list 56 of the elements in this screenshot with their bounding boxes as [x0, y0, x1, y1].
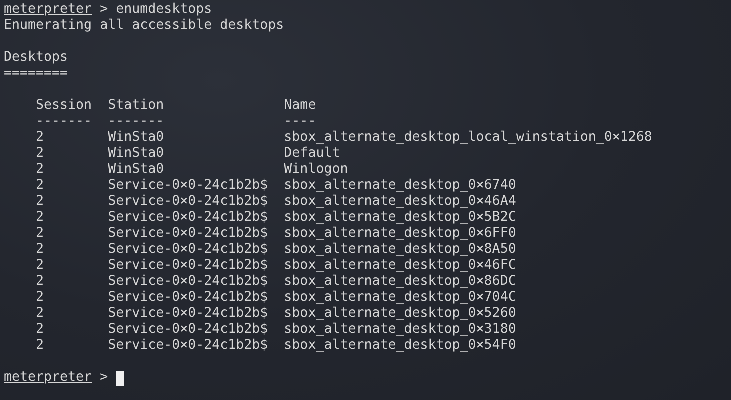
prompt-separator: > — [100, 370, 108, 386]
column-header: Station — [108, 98, 166, 114]
table-cell-text: Service-0×0-24c1b2b$ — [108, 274, 270, 290]
table-cell-text: Service-0×0-24c1b2b$ — [108, 290, 270, 306]
prompt-separator: > — [100, 2, 108, 18]
table-cell-text: 2 — [36, 178, 46, 194]
table-cell-text: 2 — [36, 226, 46, 242]
table-cell-text: 2 — [36, 146, 46, 162]
header-rule: ------- — [108, 114, 166, 130]
table-cell-text: 2 — [36, 322, 46, 338]
table-cell-text: 2 — [36, 194, 46, 210]
output-text: Enumerating all accessible desktops — [4, 18, 284, 34]
table-cell-text: 2 — [36, 130, 46, 146]
table-cell: sbox_alternate_desktop_0×5260 — [284, 306, 516, 322]
table-cell: sbox_alternate_desktop_local_winstation_0×1268 — [284, 130, 652, 146]
table-cell: Winlogon — [284, 162, 348, 178]
table-cell: sbox_alternate_desktop_0×46FC — [284, 258, 516, 274]
table-cell-text: Service-0×0-24c1b2b$ — [108, 242, 270, 258]
table-cell-text: WinSta0 — [108, 146, 166, 162]
prompt-label: meterpreter — [4, 370, 92, 386]
table-cell-text: Service-0×0-24c1b2b$ — [108, 338, 270, 354]
table-cell-text: 2 — [36, 290, 46, 306]
table-cell-text: 2 — [36, 338, 46, 354]
header-rule: ---- — [284, 114, 316, 130]
column-header: Name — [284, 98, 316, 114]
output-text: ======== — [4, 66, 68, 82]
table-cell: sbox_alternate_desktop_0×46A4 — [284, 194, 516, 210]
table-cell: sbox_alternate_desktop_0×86DC — [284, 274, 516, 290]
table-cell: sbox_alternate_desktop_0×704C — [284, 290, 516, 306]
table-cell-text: Service-0×0-24c1b2b$ — [108, 194, 270, 210]
table-cell-text: Service-0×0-24c1b2b$ — [108, 226, 270, 242]
table-cell-text: Service-0×0-24c1b2b$ — [108, 178, 270, 194]
table-cell-text: Service-0×0-24c1b2b$ — [108, 210, 270, 226]
header-rule: ------- — [36, 114, 94, 130]
table-cell-text: 2 — [36, 242, 46, 258]
output-text: Desktops — [4, 50, 68, 66]
table-cell-text: Service-0×0-24c1b2b$ — [108, 258, 270, 274]
table-cell: sbox_alternate_desktop_0×3180 — [284, 322, 516, 338]
prompt-label: meterpreter — [4, 2, 92, 18]
table-cell: sbox_alternate_desktop_0×8A50 — [284, 242, 516, 258]
table-cell: sbox_alternate_desktop_0×5B2C — [284, 210, 516, 226]
table-cell-text: WinSta0 — [108, 162, 166, 178]
table-cell-text: 2 — [36, 258, 46, 274]
table-cell: sbox_alternate_desktop_0×54F0 — [284, 338, 516, 354]
table-cell-text: Service-0×0-24c1b2b$ — [108, 322, 270, 338]
table-cell: sbox_alternate_desktop_0×6740 — [284, 178, 516, 194]
command-text: enumdesktops — [116, 2, 212, 18]
table-cell-text: 2 — [36, 306, 46, 322]
table-cell-text: 2 — [36, 274, 46, 290]
table-cell-text: Service-0×0-24c1b2b$ — [108, 306, 270, 322]
column-header: Session — [36, 98, 94, 114]
table-cell: sbox_alternate_desktop_0×6FF0 — [284, 226, 516, 242]
table-cell-text: 2 — [36, 162, 46, 178]
table-cell-text: 2 — [36, 210, 46, 226]
table-cell-text: WinSta0 — [108, 130, 166, 146]
table-cell: Default — [284, 146, 340, 162]
